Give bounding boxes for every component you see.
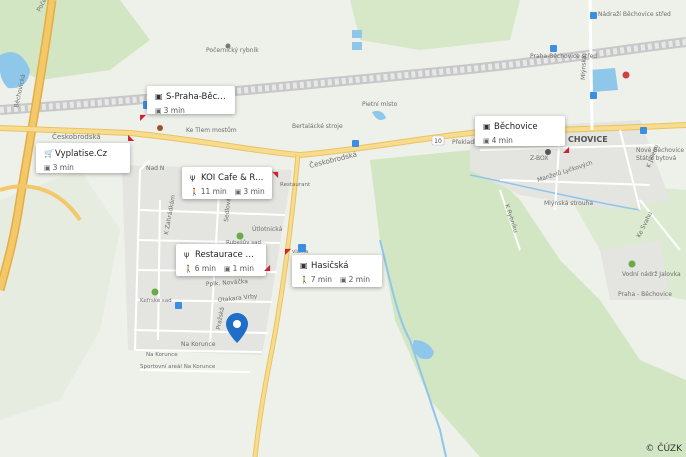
travel-time: 3 min <box>243 187 265 196</box>
walk-icon: 🚶 <box>184 265 193 273</box>
place-label: Sportovní areál Na Korunce <box>140 363 216 370</box>
route-shield: 10 <box>431 135 445 146</box>
place-label: Pietní místo <box>362 101 398 108</box>
place-label: Nové Běchovice <box>636 147 684 154</box>
place-label: Mlýnská strouha <box>544 200 593 207</box>
travel-time: 3 min <box>52 163 74 172</box>
travel-time: 1 min <box>232 264 254 273</box>
cart-icon: 🛒 <box>44 149 54 158</box>
direction-arrow-icon: ◤ <box>285 247 292 256</box>
bus-icon: ▣ <box>155 92 163 101</box>
pond <box>352 42 362 50</box>
bus-icon: ▣ <box>234 188 242 196</box>
travel-time: 3 min <box>163 106 185 115</box>
street-label: Útlotnická <box>252 226 283 233</box>
place-label: Bertalácké stroje <box>292 123 343 130</box>
pond <box>590 68 618 92</box>
place-label: Z-BOX <box>530 155 548 162</box>
direction-arrow-icon: ◢ <box>264 263 271 272</box>
poi-card-bechovice[interactable]: ▣ Běchovice ▣ 4 min <box>475 116 565 146</box>
svg-text:10: 10 <box>434 138 442 145</box>
direction-arrow-icon: ◢ <box>563 145 570 154</box>
street-label: Na Korunce <box>181 341 216 348</box>
walk-time: 6 min <box>194 264 217 273</box>
direction-arrow-icon: ◤ <box>140 113 147 122</box>
location-pin-icon[interactable] <box>226 313 248 343</box>
street-label: Nad N <box>146 165 164 172</box>
street <box>588 0 594 131</box>
bus-icon: ▣ <box>483 122 491 131</box>
place-label: Restaurant <box>280 182 311 188</box>
bus-icon: ▣ <box>44 164 51 172</box>
poi-card-title: Vyplatise.Cz <box>55 149 108 159</box>
travel-time: 4 min <box>491 136 513 145</box>
direction-arrow-icon: ◣ <box>128 133 135 142</box>
walk-icon: 🚶 <box>190 188 199 196</box>
place-label: Počernický rybník <box>206 47 259 54</box>
bus-icon: ▣ <box>155 107 162 115</box>
bus-icon: ▣ <box>340 276 347 284</box>
place-label: CHOVICE <box>568 135 608 144</box>
place-label: Praha-Běchovice střed <box>530 53 597 60</box>
walk-time: 11 min <box>200 187 227 196</box>
map-copyright: © ČÚZK <box>645 444 682 454</box>
street-label: Ke Tlem mostům <box>186 127 237 134</box>
direction-arrow-icon: ◥ <box>272 170 279 179</box>
place-label: Na Korunce <box>146 352 178 358</box>
poi-card-title: Běchovice <box>494 122 538 132</box>
bus-icon: ▣ <box>300 261 308 270</box>
bus-icon: ▣ <box>224 265 231 273</box>
place-label: Státní bytová <box>636 155 677 162</box>
poi-card-title: S-Praha-Běchovice <box>166 92 227 102</box>
map-canvas[interactable]: Českobrodská Českobrodská Ke Tlem mostům… <box>0 0 686 457</box>
place-label: Kefrské sad <box>140 297 172 304</box>
restaurant-icon: ψ <box>190 173 196 182</box>
poi-card-title: Restaurace Kudy ... <box>195 250 258 260</box>
poi-card-restaurace-kudy[interactable]: ψ Restaurace Kudy ... 🚶6 min ▣1 min <box>176 244 266 276</box>
poi-card-koi-cafe[interactable]: ψ KOI Cafe & Resta... 🚶11 min ▣3 min <box>182 167 272 199</box>
street-label: Českobrodská <box>52 132 101 141</box>
place-label: Praha - Běchovice <box>618 291 672 298</box>
poi-card-hasicska[interactable]: ▣ Hasičská 🚶 7 min ▣ 2 min <box>292 255 382 287</box>
pond <box>352 30 362 38</box>
place-label: Nádraží Běchovice střed <box>598 11 671 18</box>
poi-card-title: Hasičská <box>311 261 349 271</box>
walk-time: 7 min <box>310 275 333 284</box>
walk-icon: 🚶 <box>300 276 309 284</box>
place-label: Vodní nádrž Jalovka <box>622 271 681 278</box>
poi-card-vyplatise[interactable]: 🛒Vyplatise.Cz ▣ 3 min <box>36 143 130 173</box>
restaurant-icon: ψ <box>184 250 190 259</box>
poi-card-s-praha-bechovice[interactable]: ▣S-Praha-Běchovice ▣3 min <box>147 86 235 115</box>
poi-card-title: KOI Cafe & Resta... <box>201 173 264 183</box>
bus-icon: ▣ <box>483 137 490 145</box>
travel-time: 2 min <box>348 275 370 284</box>
